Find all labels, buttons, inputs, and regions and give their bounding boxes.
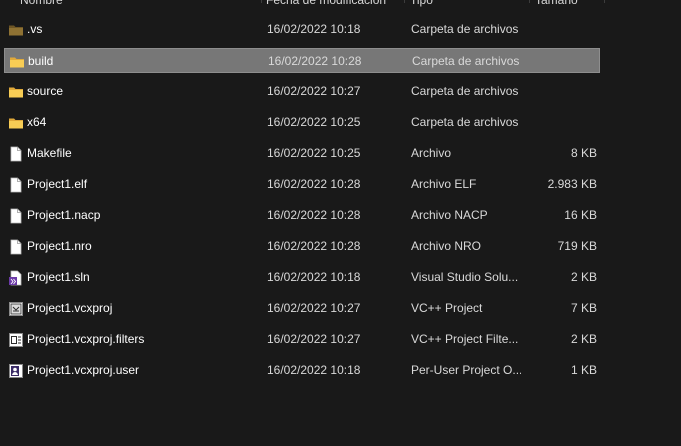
column-divider[interactable] bbox=[529, 0, 530, 3]
file-type: Archivo bbox=[411, 146, 452, 160]
file-row-project1-vcxproj[interactable]: Project1.vcxproj 16/02/2022 10:27 VC++ Pro… bbox=[4, 296, 600, 321]
file-row-project1-nro[interactable]: Project1.nro 16/02/2022 10:28 Archivo NRO 7… bbox=[4, 234, 600, 259]
column-header: Nombre Fecha de modificación Tipo Tamaño bbox=[0, 0, 606, 9]
folder-icon bbox=[8, 115, 24, 131]
file-size: 2 KB bbox=[570, 332, 597, 346]
file-name: Project1.vcxproj bbox=[27, 301, 113, 315]
file-row-source[interactable]: source 16/02/2022 10:27 Carpeta de archivo… bbox=[4, 79, 600, 104]
file-type: Archivo ELF bbox=[411, 177, 477, 191]
file-type: Visual Studio Solu... bbox=[411, 270, 519, 284]
file-type: Archivo NACP bbox=[411, 208, 488, 222]
file-row-build[interactable]: build 16/02/2022 10:28 Carpeta de archivos bbox=[4, 48, 600, 73]
file-size bbox=[525, 49, 598, 74]
file-date-modified: 16/02/2022 10:18 bbox=[267, 22, 361, 36]
file-name: Makefile bbox=[27, 146, 72, 160]
file-date-modified: 16/02/2022 10:28 bbox=[267, 239, 361, 253]
file-name: x64 bbox=[27, 115, 47, 129]
file-type: Carpeta de archivos bbox=[411, 115, 519, 129]
file-name: build bbox=[28, 54, 54, 68]
folder-dark-icon bbox=[8, 22, 24, 38]
folder-icon bbox=[9, 54, 25, 70]
folder-icon bbox=[8, 84, 24, 100]
file-row-makefile[interactable]: Makefile 16/02/2022 10:25 Archivo 8 KB bbox=[4, 141, 600, 166]
file-icon bbox=[8, 177, 24, 193]
column-header-name[interactable]: Nombre bbox=[20, 0, 258, 9]
column-divider[interactable] bbox=[404, 0, 405, 3]
file-size bbox=[524, 17, 597, 42]
file-date-modified: 16/02/2022 10:27 bbox=[267, 84, 361, 98]
column-header-type[interactable]: Tipo bbox=[410, 0, 531, 9]
file-date-modified: 16/02/2022 10:25 bbox=[267, 115, 361, 129]
vcxproj-filters-icon bbox=[8, 332, 24, 348]
file-name: source bbox=[27, 84, 64, 98]
file-name: Project1.vcxproj.filters bbox=[27, 332, 145, 346]
file-date-modified: 16/02/2022 10:28 bbox=[268, 54, 362, 68]
file-name: Project1.vcxproj.user bbox=[27, 363, 140, 377]
file-type: VC++ Project bbox=[411, 301, 483, 315]
file-date-modified: 16/02/2022 10:18 bbox=[267, 363, 361, 377]
file-row-project1-vcxproj-filters[interactable]: Project1.vcxproj.filters 16/02/2022 10:27… bbox=[4, 327, 600, 352]
file-row-project1-vcxproj-user[interactable]: Project1.vcxproj.user 16/02/2022 10:18 Per… bbox=[4, 358, 600, 383]
file-size bbox=[524, 110, 597, 135]
file-size: 2 KB bbox=[570, 270, 597, 284]
file-type: Carpeta de archivos bbox=[412, 54, 520, 68]
file-icon bbox=[8, 208, 24, 224]
file-icon bbox=[8, 146, 24, 162]
file-date-modified: 16/02/2022 10:18 bbox=[267, 270, 361, 284]
file-type: Carpeta de archivos bbox=[411, 84, 519, 98]
file-row-vs[interactable]: .vs 16/02/2022 10:18 Carpeta de archivos bbox=[4, 17, 600, 42]
file-row-project1-sln[interactable]: Project1.sln 16/02/2022 10:18 Visual Studi… bbox=[4, 265, 600, 290]
vcxproj-user-icon bbox=[8, 363, 24, 379]
file-date-modified: 16/02/2022 10:27 bbox=[267, 301, 361, 315]
file-size bbox=[524, 79, 597, 104]
file-size: 7 KB bbox=[570, 301, 597, 315]
file-date-modified: 16/02/2022 10:25 bbox=[267, 146, 361, 160]
file-size: 16 KB bbox=[564, 208, 597, 222]
visual-studio-solution-icon bbox=[8, 270, 24, 286]
file-type: Archivo NRO bbox=[411, 239, 482, 253]
column-header-date[interactable]: Fecha de modificación bbox=[266, 0, 404, 9]
file-type: Per-User Project O... bbox=[411, 363, 521, 377]
file-row-x64[interactable]: x64 16/02/2022 10:25 Carpeta de archivos bbox=[4, 110, 600, 135]
file-size: 1 KB bbox=[570, 363, 597, 377]
column-divider[interactable] bbox=[604, 0, 605, 3]
file-date-modified: 16/02/2022 10:27 bbox=[267, 332, 361, 346]
column-divider[interactable] bbox=[261, 0, 262, 3]
file-name: Project1.nro bbox=[27, 239, 92, 253]
file-name: Project1.sln bbox=[27, 270, 90, 284]
file-explorer: Nombre Fecha de modificación Tipo Tamaño… bbox=[0, 0, 681, 446]
file-row-project1-nacp[interactable]: Project1.nacp 16/02/2022 10:28 Archivo NAC… bbox=[4, 203, 600, 228]
file-name: Project1.nacp bbox=[27, 208, 101, 222]
file-size: 8 KB bbox=[570, 146, 597, 160]
file-icon bbox=[8, 239, 24, 255]
file-type: Carpeta de archivos bbox=[411, 22, 519, 36]
file-row-project1-elf[interactable]: Project1.elf 16/02/2022 10:28 Archivo ELF 2… bbox=[4, 172, 600, 197]
file-size: 2.983 KB bbox=[547, 177, 597, 191]
vcxproj-icon bbox=[8, 301, 24, 317]
file-size: 719 KB bbox=[557, 239, 597, 253]
file-type: VC++ Project Filte... bbox=[411, 332, 519, 346]
column-header-size[interactable]: Tamaño bbox=[535, 0, 605, 9]
file-name: Project1.elf bbox=[27, 177, 88, 191]
file-date-modified: 16/02/2022 10:28 bbox=[267, 208, 361, 222]
file-name: .vs bbox=[27, 22, 43, 36]
file-date-modified: 16/02/2022 10:28 bbox=[267, 177, 361, 191]
